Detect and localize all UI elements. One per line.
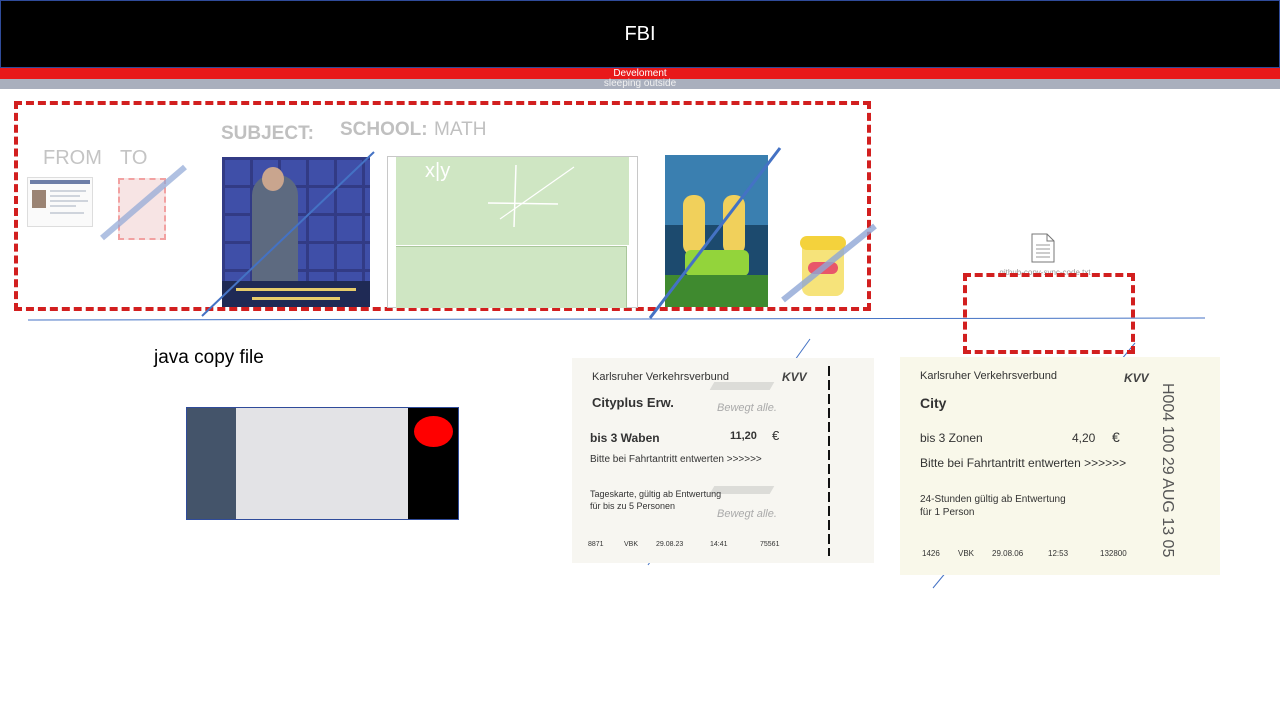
ticket-footer-3: 29.08.23 (656, 541, 684, 548)
ticket-company: Karlsruher Verkehrsverbund (920, 370, 1057, 382)
ticket-validity-2: für 1 Person (920, 507, 975, 518)
selection-box-document[interactable] (963, 273, 1135, 354)
ticket-price: 4,20 (1072, 431, 1096, 445)
ticket-currency: € (772, 428, 780, 443)
ticket-footer-3: 29.08.06 (992, 549, 1024, 558)
ticket-footer-1: 1426 (922, 549, 940, 558)
ticket-currency: € (1112, 429, 1120, 445)
ticket-validity-1: Tageskarte, gültig ab Entwertung (590, 489, 722, 499)
record-button[interactable] (414, 416, 453, 447)
document-icon[interactable] (1031, 233, 1055, 263)
ticket-cityplus: Karlsruher Verkehrsverbund KVV Cityplus … (572, 358, 874, 563)
ticket-zones: bis 3 Zonen (920, 431, 983, 445)
ticket-footer-4: 14:41 (710, 541, 728, 548)
kvv-logo: KVV (782, 370, 807, 384)
ticket-slogan-2: Bewegt alle. (717, 508, 777, 520)
ticket-zones: bis 3 Waben (590, 431, 660, 445)
widget-left-panel (187, 408, 236, 519)
ticket-price: 11,20 (730, 430, 757, 442)
ticket-stamp: H004 100 29 AUG 13 05 (1159, 383, 1176, 558)
java-copy-file-label: java copy file (154, 347, 264, 368)
ticket-validate-note: Bitte bei Fahrtantritt entwerten >>>>>> (590, 454, 762, 465)
ticket-name: City (920, 395, 947, 411)
ticket-footer-4: 12:53 (1048, 549, 1069, 558)
ticket-validity-1: 24-Stunden gültig ab Entwertung (920, 494, 1066, 505)
ticket-slogan: Bewegt alle. (717, 402, 777, 414)
ticket-footer-2: VBK (958, 549, 975, 558)
ticket-validate-note: Bitte bei Fahrtantritt entwerten >>>>>> (920, 456, 1127, 470)
ticket-footer-5: 75561 (760, 541, 780, 548)
ticket-footer-2: VBK (624, 541, 639, 548)
ticket-footer-5: 132800 (1100, 549, 1127, 558)
kvv-logo: KVV (1124, 371, 1149, 385)
ticket-company: Karlsruher Verkehrsverbund (592, 371, 729, 383)
ticket-name: Cityplus Erw. (592, 395, 674, 410)
ticket-validity-2: für bis zu 5 Personen (590, 501, 676, 511)
ticket-city: Karlsruher Verkehrsverbund KVV City bis … (900, 357, 1220, 575)
ticket-footer-1: 8871 (588, 541, 604, 548)
